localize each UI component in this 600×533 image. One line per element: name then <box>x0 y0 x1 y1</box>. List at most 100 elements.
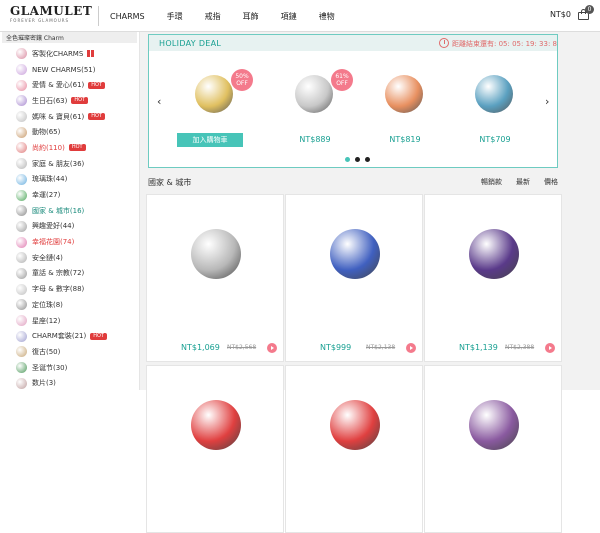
product-image[interactable] <box>469 229 519 279</box>
charm-image[interactable] <box>295 75 333 113</box>
carousel-next-icon[interactable]: › <box>545 95 549 108</box>
category-charm-icon <box>16 220 27 232</box>
add-to-cart-button[interactable]: 加入購物車 <box>177 133 243 147</box>
sidebar-item[interactable]: 琉璃珠(44) <box>0 172 139 188</box>
category-charm-icon <box>16 315 27 327</box>
sidebar-item-label: 媽咪 & 寶貝(61) <box>32 112 85 121</box>
arrow-right-icon[interactable] <box>267 343 277 353</box>
sidebar-item-label: 字母 & 數字(88) <box>32 285 85 294</box>
sidebar-item[interactable]: 童話 & 宗教(72) <box>0 266 139 282</box>
sidebar-item[interactable]: 愛情 & 愛心(61) HOT <box>0 77 139 93</box>
product-image[interactable] <box>469 400 519 450</box>
product-card[interactable]: NT$999 NT$2,138 <box>285 194 423 362</box>
discount-badge: 50% OFF <box>231 69 253 91</box>
sidebar-item-label: 客製化CHARMS <box>32 49 84 58</box>
nav-item-necklaces[interactable]: 項鏈 <box>281 11 297 22</box>
hot-badge: HOT <box>90 332 107 340</box>
category-charm-icon <box>16 346 27 358</box>
arrow-right-icon[interactable] <box>406 343 416 353</box>
deal-product[interactable]: 61% OFF NT$889 <box>275 61 355 161</box>
discount-percent: 61% <box>335 73 349 80</box>
carousel-dot[interactable] <box>365 157 370 162</box>
product-image[interactable] <box>330 229 380 279</box>
hot-badge: HOT <box>71 97 89 105</box>
sidebar-item[interactable]: 復古(50) <box>0 344 139 360</box>
sidebar-item[interactable]: 安全鏈(4) <box>0 250 139 266</box>
discount-badge: 61% OFF <box>331 69 353 91</box>
sidebar-item-label: 尚約(110) <box>32 143 65 152</box>
sidebar-item[interactable]: NEW CHARMS(51) <box>0 62 139 78</box>
deal-product[interactable]: NT$819 <box>365 61 445 161</box>
deal-price: NT$889 <box>299 135 331 144</box>
category-charm-icon <box>16 79 27 91</box>
sidebar-item[interactable]: 動物(65) <box>0 124 139 140</box>
sort-newest[interactable]: 最新 <box>516 177 530 187</box>
product-card[interactable] <box>285 365 423 533</box>
nav-item-charms[interactable]: CHARMS <box>110 12 145 21</box>
sidebar-item-label: 琉璃珠(44) <box>32 175 68 184</box>
category-title: 國家 & 城市 <box>148 177 192 187</box>
sidebar-item[interactable]: 尚約(110) HOT <box>0 140 139 156</box>
product-image[interactable] <box>330 400 380 450</box>
carousel-prev-icon[interactable]: ‹ <box>157 95 161 108</box>
deal-price: NT$709 <box>479 135 511 144</box>
logo-tagline: FOREVER GLAMOURS <box>10 18 70 23</box>
sidebar-item[interactable]: 星座(12) <box>0 313 139 329</box>
category-charm-icon <box>16 283 27 295</box>
main-nav: CHARMS 手環 戒指 耳飾 項鏈 禮物 <box>110 0 357 32</box>
carousel-dot[interactable] <box>345 157 350 162</box>
product-card[interactable] <box>146 365 284 533</box>
category-charm-icon <box>16 377 27 389</box>
nav-item-earrings[interactable]: 耳飾 <box>243 11 259 22</box>
sidebar-item[interactable]: 定位珠(8) <box>0 297 139 313</box>
sidebar-item[interactable]: 國家 & 城市(16) <box>0 203 139 219</box>
hot-badge: HOT <box>68 144 86 152</box>
nav-item-bracelets[interactable]: 手環 <box>167 11 183 22</box>
logo-text: GLAMULET <box>10 4 93 18</box>
sidebar-item[interactable]: 幸福花園(74) <box>0 234 139 250</box>
charm-image[interactable] <box>195 75 233 113</box>
sidebar-item[interactable]: 興趣愛好(44) <box>0 219 139 235</box>
sidebar-item[interactable]: 家庭 & 朋友(36) <box>0 156 139 172</box>
product-image[interactable] <box>191 229 241 279</box>
arrow-right-icon[interactable] <box>545 343 555 353</box>
clock-icon <box>439 38 449 48</box>
sidebar-item[interactable]: 数片(3) <box>0 375 139 390</box>
sidebar-item-label: 復古(50) <box>32 347 61 356</box>
nav-item-rings[interactable]: 戒指 <box>205 11 221 22</box>
carousel-dot[interactable] <box>355 157 360 162</box>
product-image[interactable] <box>191 400 241 450</box>
original-price: NT$2,388 <box>505 344 535 351</box>
charm-image[interactable] <box>475 75 513 113</box>
nav-item-gifts[interactable]: 禮物 <box>319 11 335 22</box>
sidebar-item[interactable]: 媽咪 & 寶貝(61) HOT <box>0 109 139 125</box>
cart-area[interactable]: NT$0 0 <box>550 5 594 20</box>
sidebar-item-label: 愛情 & 愛心(61) <box>32 81 85 90</box>
sidebar-item[interactable]: 幸運(27) <box>0 187 139 203</box>
deal-product[interactable]: 50% OFF 加入購物車 <box>175 61 255 161</box>
sort-price[interactable]: 價格 <box>544 177 558 187</box>
sort-bestseller[interactable]: 暢銷款 <box>481 177 502 187</box>
sidebar-item-label: 幸運(27) <box>32 191 61 200</box>
sidebar-item[interactable]: 生日石(63) HOT <box>0 93 139 109</box>
main-content: HOLIDAY DEAL 距離結束還有: 05: 05: 19: 33: 8 ‹… <box>140 32 600 533</box>
holiday-deal-panel: HOLIDAY DEAL 距離結束還有: 05: 05: 19: 33: 8 ‹… <box>148 34 558 168</box>
brand-logo[interactable]: GLAMULET FOREVER GLAMOURS <box>10 4 93 28</box>
hot-badge: HOT <box>88 113 106 121</box>
sidebar-item[interactable]: CHARM套裝(21) HOT <box>0 328 139 344</box>
sidebar-item-label: 家庭 & 朋友(36) <box>32 159 85 168</box>
product-card[interactable]: NT$1,069 NT$2,568 <box>146 194 284 362</box>
product-card[interactable]: NT$1,139 NT$2,388 <box>424 194 562 362</box>
shopping-bag-icon[interactable]: 0 <box>577 5 594 20</box>
sort-options: 暢銷款 最新 價格 <box>467 177 558 187</box>
deal-product[interactable]: NT$709 <box>455 61 535 161</box>
sidebar-item[interactable]: 圣诞节(30) <box>0 360 139 376</box>
sidebar-item[interactable]: 客製化CHARMS <box>0 46 139 62</box>
product-card[interactable] <box>424 365 562 533</box>
product-price: NT$1,069 <box>181 343 220 352</box>
hot-badge: HOT <box>88 81 106 89</box>
category-charm-icon <box>16 189 27 201</box>
sidebar-item-label: 安全鏈(4) <box>32 253 63 262</box>
charm-image[interactable] <box>385 75 423 113</box>
sidebar-item[interactable]: 字母 & 數字(88) <box>0 281 139 297</box>
